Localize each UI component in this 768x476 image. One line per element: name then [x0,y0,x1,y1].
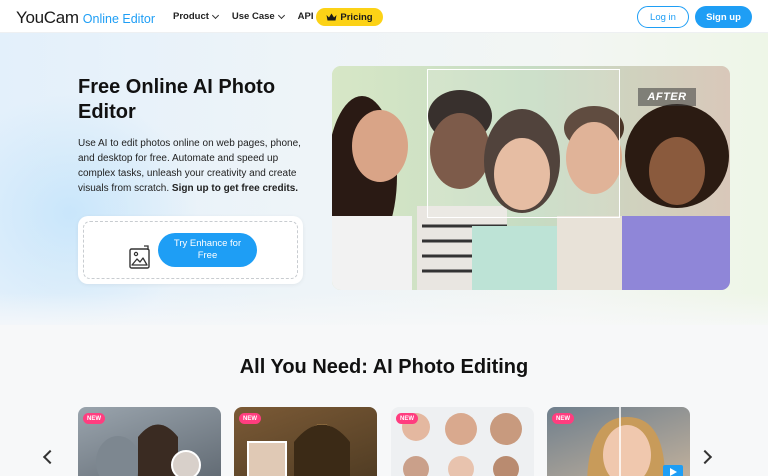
hero-description-cta: Sign up to get free credits. [171,183,299,194]
nav-use-case-label: Use Case [231,11,275,22]
section-title: All You Need: AI Photo Editing [239,356,529,378]
feature-card[interactable]: NEW [391,407,534,476]
nav-api-label: API [297,11,314,22]
chevron-down-icon [211,11,219,19]
hero-description: Use AI to edit photos online on web page… [78,136,308,196]
logo-main-text: YouCam [16,8,79,27]
logo-sub-text: Online Editor [82,12,156,26]
pricing-label: Pricing [340,11,373,23]
main-nav: Product Use Case API [173,11,328,22]
pricing-button[interactable]: Pricing [316,8,383,26]
hero-before-after-image[interactable]: AFTER [332,66,730,290]
top-navbar: YouCam Online Editor Product Use Case AP… [0,0,768,33]
nav-product[interactable]: Product [173,11,219,22]
new-badge: NEW [239,413,261,424]
new-badge: NEW [396,413,418,424]
login-button[interactable]: Log in [637,6,689,28]
nav-api[interactable]: API [298,11,314,22]
new-badge: NEW [552,413,574,424]
nav-product-label: Product [173,11,209,22]
signup-button[interactable]: Sign up [695,6,752,28]
nav-use-case[interactable]: Use Case [231,11,285,22]
before-after-compare-frame[interactable] [427,69,620,218]
chevron-down-icon [277,11,285,19]
feature-card[interactable]: NEW [78,407,221,476]
try-enhance-button[interactable]: Try Enhance for Free [158,233,257,267]
hero-title: Free Online AI Photo Editor [78,76,276,123]
new-badge: NEW [83,413,105,424]
after-label: AFTER [638,88,696,106]
crown-icon [326,13,337,21]
feature-card[interactable]: NEW [547,407,690,476]
youcam-logo[interactable]: YouCam Online Editor [16,8,155,28]
image-upload-icon [129,245,150,269]
feature-card[interactable]: NEW [234,407,377,476]
